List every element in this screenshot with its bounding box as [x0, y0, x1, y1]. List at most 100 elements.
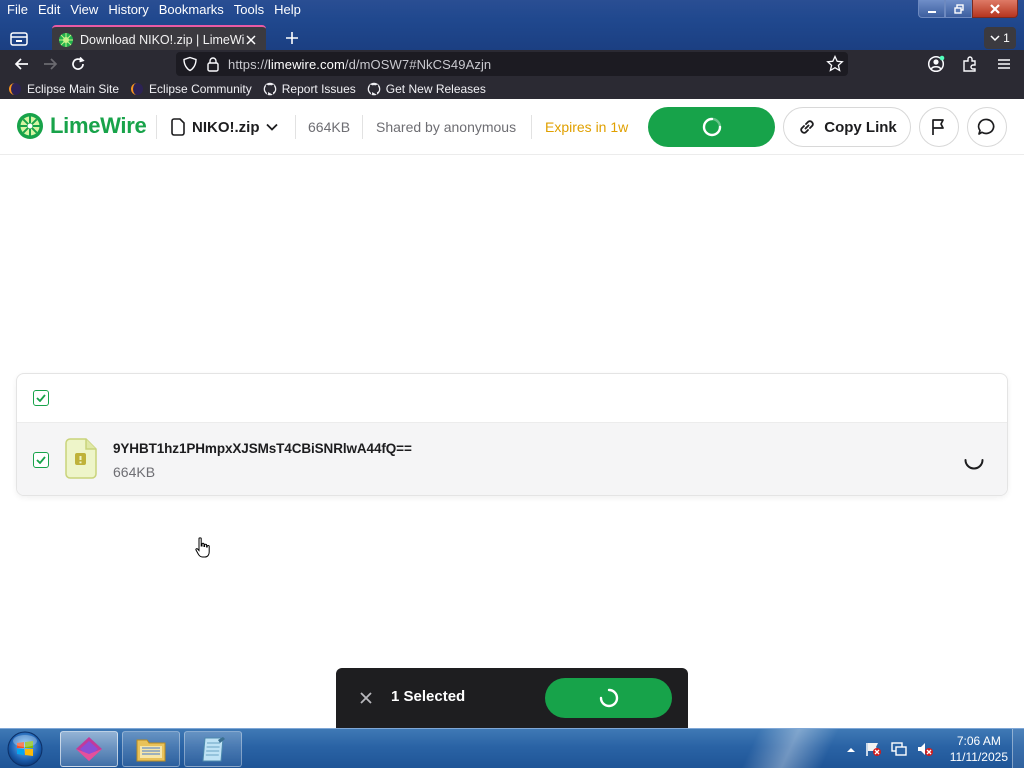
file-name: NIKO!.zip	[192, 118, 260, 136]
browser-titlebar: File Edit View History Bookmarks Tools H…	[0, 0, 1024, 52]
taskbar-firefox-developer[interactable]	[60, 731, 118, 767]
folder-icon	[136, 739, 166, 762]
puzzle-icon	[963, 56, 976, 72]
eclipse-icon	[9, 82, 21, 95]
url-bar[interactable]: https://limewire.com/d/mOSW7#NkCS49Azjn	[176, 52, 848, 76]
clock-time: 7:06 AM	[956, 734, 1001, 748]
firefox-view-icon	[10, 32, 28, 46]
action-center-flag-icon[interactable]	[864, 741, 882, 757]
limewire-header: LimeWire NIKO!.zip 664KB Shared by anony…	[0, 99, 1024, 155]
network-icon[interactable]	[890, 741, 908, 757]
file-row-size: 664KB	[113, 464, 156, 480]
menu-file[interactable]: File	[2, 0, 33, 20]
account-icon	[927, 55, 945, 73]
close-window-button[interactable]	[972, 0, 1018, 18]
lock-icon[interactable]	[206, 56, 220, 72]
expiry-notice: Expires in 1w	[545, 119, 629, 135]
download-selected-button[interactable]	[545, 678, 672, 718]
extensions-button[interactable]	[956, 51, 984, 77]
minimize-button[interactable]	[918, 0, 945, 18]
eclipse-icon	[131, 82, 144, 95]
bookmark-label: Eclipse Main Site	[27, 81, 120, 96]
copy-link-button[interactable]: Copy Link	[783, 107, 911, 147]
comments-button[interactable]	[967, 107, 1007, 147]
windows-taskbar: 7:06 AM 11/11/2025	[0, 728, 1024, 768]
close-icon	[246, 34, 256, 45]
forward-button[interactable]	[36, 51, 64, 77]
bookmark-report-issues[interactable]: Report Issues	[263, 82, 356, 96]
bookmark-eclipse-community[interactable]: Eclipse Community	[130, 82, 252, 96]
clear-selection-icon[interactable]	[358, 690, 374, 706]
loading-spinner-icon	[964, 459, 984, 470]
account-button[interactable]	[922, 51, 950, 77]
back-button[interactable]	[8, 51, 36, 77]
bookmark-get-new-releases[interactable]: Get New Releases	[367, 82, 486, 96]
brand-name: LimeWire	[50, 113, 147, 138]
header-divider	[362, 115, 363, 139]
limewire-logo[interactable]: LimeWire	[16, 112, 147, 140]
file-row[interactable]: 9YHBT1hz1PHmpxXJSMsT4CBiSNRlwA44fQ== 664…	[17, 423, 1007, 495]
selection-action-bar: 1 Selected	[336, 668, 688, 728]
link-icon	[800, 120, 814, 134]
show-hidden-icons-icon[interactable]	[846, 745, 856, 753]
download-button[interactable]	[648, 107, 775, 147]
bookmarks-toolbar: Eclipse Main Site Eclipse Community Repo…	[0, 78, 1024, 99]
menu-view[interactable]: View	[65, 0, 103, 20]
mouse-cursor-hand-icon	[195, 537, 210, 558]
bookmark-eclipse-main-site[interactable]: Eclipse Main Site	[8, 82, 119, 96]
tab-close-button[interactable]	[244, 33, 258, 47]
file-selector[interactable]: NIKO!.zip	[170, 115, 278, 139]
system-clock[interactable]: 7:06 AM 11/11/2025	[950, 733, 1008, 765]
maximize-button[interactable]	[945, 0, 972, 18]
window-controls	[918, 0, 1018, 18]
shared-by: Shared by anonymous	[376, 119, 517, 135]
volume-muted-icon[interactable]	[916, 741, 934, 757]
checkmark-icon	[36, 394, 46, 402]
tab-title: Download NIKO!.zip | LimeWire	[80, 32, 244, 47]
file-list-card: 9YHBT1hz1PHmpxXJSMsT4CBiSNRlwA44fQ== 664…	[16, 373, 1008, 496]
file-row-name: 9YHBT1hz1PHmpxXJSMsT4CBiSNRlwA44fQ==	[113, 441, 412, 456]
menu-edit[interactable]: Edit	[33, 0, 65, 20]
bookmark-label: Eclipse Community	[149, 81, 252, 96]
report-button[interactable]	[919, 107, 959, 147]
new-tab-button[interactable]	[280, 27, 304, 49]
navigation-toolbar: https://limewire.com/d/mOSW7#NkCS49Azjn	[0, 50, 1024, 78]
taskbar-notepad[interactable]	[184, 731, 242, 767]
checkmark-icon	[36, 456, 46, 464]
start-button[interactable]	[5, 730, 45, 768]
app-menu-button[interactable]	[990, 51, 1018, 77]
header-divider	[295, 115, 296, 139]
tracking-protection-icon[interactable]	[182, 56, 198, 72]
header-divider	[531, 115, 532, 139]
file-row-checkbox[interactable]	[33, 452, 49, 468]
url-text: https://limewire.com/d/mOSW7#NkCS49Azjn	[228, 56, 492, 72]
toolbar-right	[922, 50, 1018, 78]
tab-strip: Download NIKO!.zip | LimeWire 1	[0, 24, 1024, 52]
flag-icon	[932, 119, 944, 135]
taskbar-file-explorer[interactable]	[122, 731, 180, 767]
menu-history[interactable]: History	[103, 0, 153, 20]
firefox-developer-icon	[76, 737, 102, 761]
header-divider	[156, 115, 157, 139]
clock-date: 11/11/2025	[949, 750, 1008, 764]
back-arrow-icon	[14, 58, 28, 70]
tab-active[interactable]: Download NIKO!.zip | LimeWire	[52, 25, 266, 52]
github-icon	[367, 82, 381, 95]
firefox-view-button[interactable]	[6, 26, 32, 50]
hamburger-menu-icon	[998, 59, 1010, 69]
list-all-tabs-button[interactable]: 1	[984, 27, 1016, 49]
select-all-checkbox[interactable]	[33, 390, 49, 406]
menu-help[interactable]: Help	[269, 0, 306, 20]
reload-button[interactable]	[64, 51, 92, 77]
limewire-lime-icon	[17, 113, 43, 139]
system-tray: 7:06 AM 11/11/2025	[846, 729, 1008, 768]
tab-count: 1	[1003, 31, 1010, 45]
bookmark-star-icon[interactable]	[826, 55, 844, 73]
close-icon	[990, 3, 1000, 14]
bookmark-label: Report Issues	[281, 81, 356, 96]
show-desktop-button[interactable]	[1012, 729, 1024, 768]
menu-tools[interactable]: Tools	[229, 0, 269, 20]
chevron-down-icon	[990, 35, 1000, 42]
loading-spinner-icon	[599, 688, 618, 708]
menu-bookmarks[interactable]: Bookmarks	[154, 0, 229, 20]
